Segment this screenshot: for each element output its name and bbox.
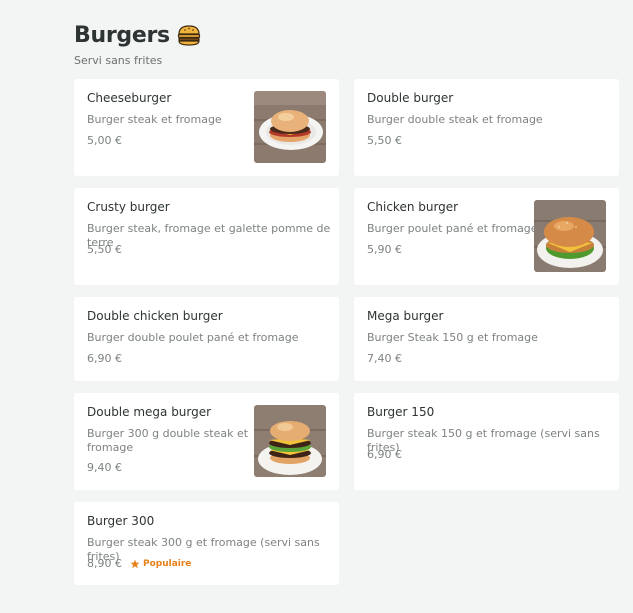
- item-name: Chicken burger: [367, 200, 459, 214]
- cheeseburger-photo: [254, 91, 326, 163]
- menu-item-double-burger[interactable]: Double burger Burger double steak et fro…: [354, 79, 619, 176]
- star-icon: [130, 559, 140, 568]
- menu-item-cheeseburger[interactable]: Cheeseburger Burger steak et fromage 5,0…: [74, 79, 339, 176]
- menu-item-burger-300[interactable]: Burger 300 Burger steak 300 g et fromage…: [74, 502, 339, 585]
- item-name: Double chicken burger: [87, 309, 223, 323]
- burger-icon: [177, 25, 200, 46]
- item-name: Burger 150: [367, 405, 435, 419]
- item-price: 5,50 €: [367, 134, 402, 147]
- item-description-line: Burger 300 g double steak et: [87, 427, 249, 440]
- section-title: Burgers: [74, 22, 170, 48]
- chicken-burger-photo: [534, 200, 606, 272]
- menu-item-crusty-burger[interactable]: Crusty burger Burger steak, fromage et g…: [74, 188, 339, 285]
- item-price-row: 6,90 €: [367, 448, 402, 461]
- item-name: Cheeseburger: [87, 91, 172, 105]
- item-description: Burger 300 g double steak et fromage: [87, 427, 248, 455]
- item-description: Burger steak et fromage: [87, 113, 222, 126]
- item-price-row: 5,00 €: [87, 134, 122, 147]
- item-description: Burger steak 150 g et fromage (servi san…: [367, 427, 600, 454]
- item-description: Burger double steak et fromage: [367, 113, 543, 126]
- item-name: Crusty burger: [87, 200, 170, 214]
- item-price-row: 9,40 €: [87, 461, 122, 474]
- item-price: 5,50 €: [87, 243, 122, 256]
- item-price-row: 8,90 € Populaire: [87, 557, 191, 570]
- item-price: 7,40 €: [367, 352, 402, 365]
- item-name: Double mega burger: [87, 405, 212, 419]
- item-price-row: 5,90 €: [367, 243, 402, 256]
- item-description: Burger double poulet pané et fromage: [87, 331, 299, 344]
- item-description-line: fromage: [87, 441, 134, 454]
- menu-item-burger-150[interactable]: Burger 150 Burger steak 150 g et fromage…: [354, 393, 619, 490]
- menu-item-double-chicken-burger[interactable]: Double chicken burger Burger double poul…: [74, 297, 339, 381]
- item-description: Burger poulet pané et fromage: [367, 222, 538, 235]
- popular-badge-label: Populaire: [143, 558, 192, 569]
- item-price: 9,40 €: [87, 461, 122, 474]
- item-name: Double burger: [367, 91, 454, 105]
- double-mega-burger-photo: [254, 405, 326, 477]
- menu-item-chicken-burger[interactable]: Chicken burger Burger poulet pané et fro…: [354, 188, 619, 285]
- item-price-row: 7,40 €: [367, 352, 402, 365]
- item-price: 8,90 €: [87, 557, 122, 570]
- menu-item-double-mega-burger[interactable]: Double mega burger Burger 300 g double s…: [74, 393, 339, 490]
- item-price: 5,90 €: [367, 243, 402, 256]
- section-title-row: Burgers: [74, 20, 620, 50]
- section-subtitle: Servi sans frites: [74, 54, 163, 67]
- item-price-row: 6,90 €: [87, 352, 122, 365]
- item-description: Burger steak, fromage et galette pomme d…: [87, 222, 331, 249]
- item-description: Burger Steak 150 g et fromage: [367, 331, 538, 344]
- menu-item-mega-burger[interactable]: Mega burger Burger Steak 150 g et fromag…: [354, 297, 619, 381]
- menu-section-header: Burgers Servi sans frites: [74, 20, 620, 70]
- popular-badge: Populaire: [130, 559, 191, 569]
- item-name: Burger 300: [87, 514, 155, 528]
- item-price: 6,90 €: [367, 448, 402, 461]
- item-price-row: 5,50 €: [87, 243, 122, 256]
- item-price: 5,00 €: [87, 134, 122, 147]
- item-name: Mega burger: [367, 309, 444, 323]
- item-price-row: 5,50 €: [367, 134, 402, 147]
- item-price: 6,90 €: [87, 352, 122, 365]
